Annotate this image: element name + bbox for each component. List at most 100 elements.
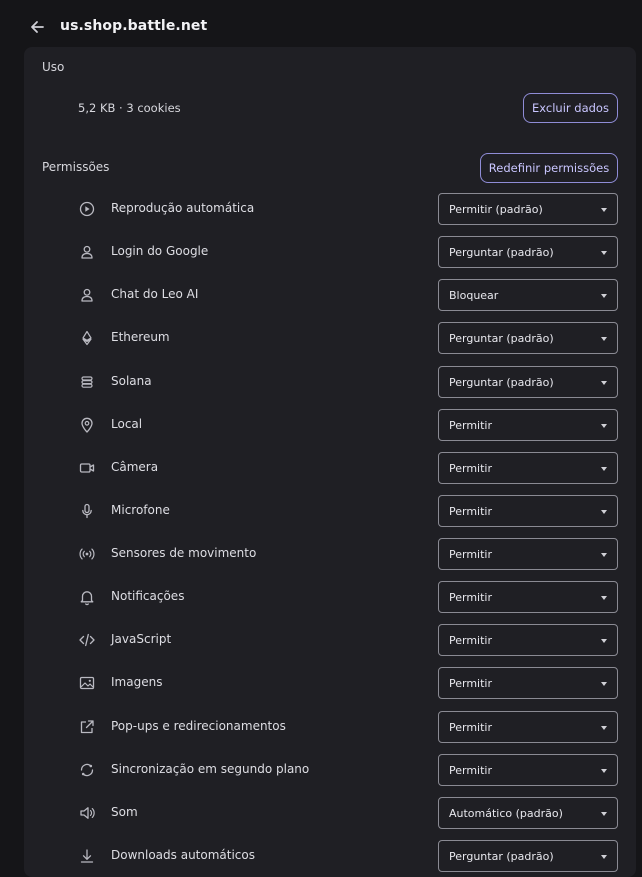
back-button[interactable] xyxy=(26,16,48,38)
permission-row: Pop-ups e redirecionamentos Permitir xyxy=(24,711,636,743)
permission-label: Login do Google xyxy=(111,244,209,258)
top-bar: us.shop.battle.net xyxy=(0,0,642,48)
caret-down-icon xyxy=(601,467,607,471)
caret-down-icon xyxy=(601,381,607,385)
permission-row: Reprodução automática Permitir (padrão) xyxy=(24,193,636,225)
permission-row: Câmera Permitir xyxy=(24,452,636,484)
permission-select-value: Permitir xyxy=(449,677,493,690)
clear-data-button[interactable]: Excluir dados xyxy=(523,93,618,123)
caret-down-icon xyxy=(601,424,607,428)
permission-select[interactable]: Bloquear xyxy=(438,279,618,311)
caret-down-icon xyxy=(601,682,607,686)
permission-row: Ethereum Perguntar (padrão) xyxy=(24,322,636,354)
image-icon xyxy=(78,674,96,692)
permission-row: Sincronização em segundo plano Permitir xyxy=(24,754,636,786)
microphone-icon xyxy=(78,502,96,520)
permission-select[interactable]: Permitir xyxy=(438,624,618,656)
caret-down-icon xyxy=(601,596,607,600)
permission-row: Local Permitir xyxy=(24,409,636,441)
permission-row: Solana Perguntar (padrão) xyxy=(24,366,636,398)
permission-select-value: Permitir xyxy=(449,548,493,561)
permission-label: Ethereum xyxy=(111,330,170,344)
permission-label: Sincronização em segundo plano xyxy=(111,762,310,776)
permission-row: Sensores de movimento Permitir xyxy=(24,538,636,570)
caret-down-icon xyxy=(601,726,607,730)
permission-select[interactable]: Permitir xyxy=(438,667,618,699)
permission-select-value: Permitir xyxy=(449,591,493,604)
usage-section-title: Uso xyxy=(42,60,65,74)
permission-select-value: Automático (padrão) xyxy=(449,807,563,820)
permission-label: Solana xyxy=(111,374,152,388)
permission-select[interactable]: Automático (padrão) xyxy=(438,797,618,829)
site-settings-card: Uso 5,2 KB · 3 cookies Excluir dados Per… xyxy=(24,47,636,877)
download-icon xyxy=(78,847,96,865)
permission-row: Downloads automáticos Perguntar (padrão) xyxy=(24,840,636,872)
permission-select[interactable]: Perguntar (padrão) xyxy=(438,236,618,268)
permission-label: Chat do Leo AI xyxy=(111,287,199,301)
permission-select-value: Perguntar (padrão) xyxy=(449,246,554,259)
permission-row: Login do Google Perguntar (padrão) xyxy=(24,236,636,268)
autoplay-icon xyxy=(78,200,96,218)
caret-down-icon xyxy=(601,510,607,514)
permission-label: Reprodução automática xyxy=(111,201,255,215)
permission-select[interactable]: Permitir xyxy=(438,581,618,613)
caret-down-icon xyxy=(601,251,607,255)
permission-select-value: Permitir xyxy=(449,419,493,432)
permission-select-value: Perguntar (padrão) xyxy=(449,376,554,389)
permission-select-value: Permitir xyxy=(449,764,493,777)
popup-icon xyxy=(78,718,96,736)
permission-label: Imagens xyxy=(111,675,163,689)
ethereum-icon xyxy=(78,329,96,347)
caret-down-icon xyxy=(601,855,607,859)
sync-icon xyxy=(78,761,96,779)
permission-select[interactable]: Permitir xyxy=(438,495,618,527)
permissions-section-title: Permissões xyxy=(42,160,110,174)
permission-select[interactable]: Perguntar (padrão) xyxy=(438,840,618,872)
permission-select[interactable]: Permitir xyxy=(438,754,618,786)
caret-down-icon xyxy=(601,553,607,557)
permission-label: Câmera xyxy=(111,460,159,474)
permission-select[interactable]: Perguntar (padrão) xyxy=(438,322,618,354)
motion-sensors-icon xyxy=(78,545,96,563)
permission-select[interactable]: Perguntar (padrão) xyxy=(438,366,618,398)
arrow-left-icon xyxy=(31,21,44,33)
caret-down-icon xyxy=(601,337,607,341)
solana-icon xyxy=(78,373,96,391)
usage-summary: 5,2 KB · 3 cookies xyxy=(78,101,181,115)
caret-down-icon xyxy=(601,769,607,773)
caret-down-icon xyxy=(601,294,607,298)
permission-select-value: Permitir xyxy=(449,462,493,475)
permission-label: Notificações xyxy=(111,589,185,603)
caret-down-icon xyxy=(601,208,607,212)
permission-select-value: Permitir xyxy=(449,505,493,518)
code-icon xyxy=(78,631,96,649)
permission-label: Som xyxy=(111,805,138,819)
permission-select[interactable]: Permitir (padrão) xyxy=(438,193,618,225)
permission-select[interactable]: Permitir xyxy=(438,452,618,484)
permission-label: Downloads automáticos xyxy=(111,848,255,862)
permission-select[interactable]: Permitir xyxy=(438,409,618,441)
speaker-icon xyxy=(78,804,96,822)
permission-row: Microfone Permitir xyxy=(24,495,636,527)
permission-label: Microfone xyxy=(111,503,170,517)
permission-label: Local xyxy=(111,417,143,431)
site-title: us.shop.battle.net xyxy=(60,18,208,34)
permission-label: Sensores de movimento xyxy=(111,546,257,560)
permission-label: JavaScript xyxy=(111,632,172,646)
permission-row: Notificações Permitir xyxy=(24,581,636,613)
reset-permissions-button[interactable]: Redefinir permissões xyxy=(480,153,618,183)
person-icon xyxy=(78,243,96,261)
caret-down-icon xyxy=(601,639,607,643)
permission-row: Chat do Leo AI Bloquear xyxy=(24,279,636,311)
permission-select-value: Permitir xyxy=(449,721,493,734)
permission-select-value: Bloquear xyxy=(449,289,499,302)
permission-select-value: Permitir (padrão) xyxy=(449,203,543,216)
permission-select[interactable]: Permitir xyxy=(438,538,618,570)
permission-select-value: Perguntar (padrão) xyxy=(449,850,554,863)
permission-row: Som Automático (padrão) xyxy=(24,797,636,829)
permission-row: JavaScript Permitir xyxy=(24,624,636,656)
caret-down-icon xyxy=(601,812,607,816)
permission-select[interactable]: Permitir xyxy=(438,711,618,743)
permission-row: Imagens Permitir xyxy=(24,667,636,699)
permission-select-value: Perguntar (padrão) xyxy=(449,332,554,345)
